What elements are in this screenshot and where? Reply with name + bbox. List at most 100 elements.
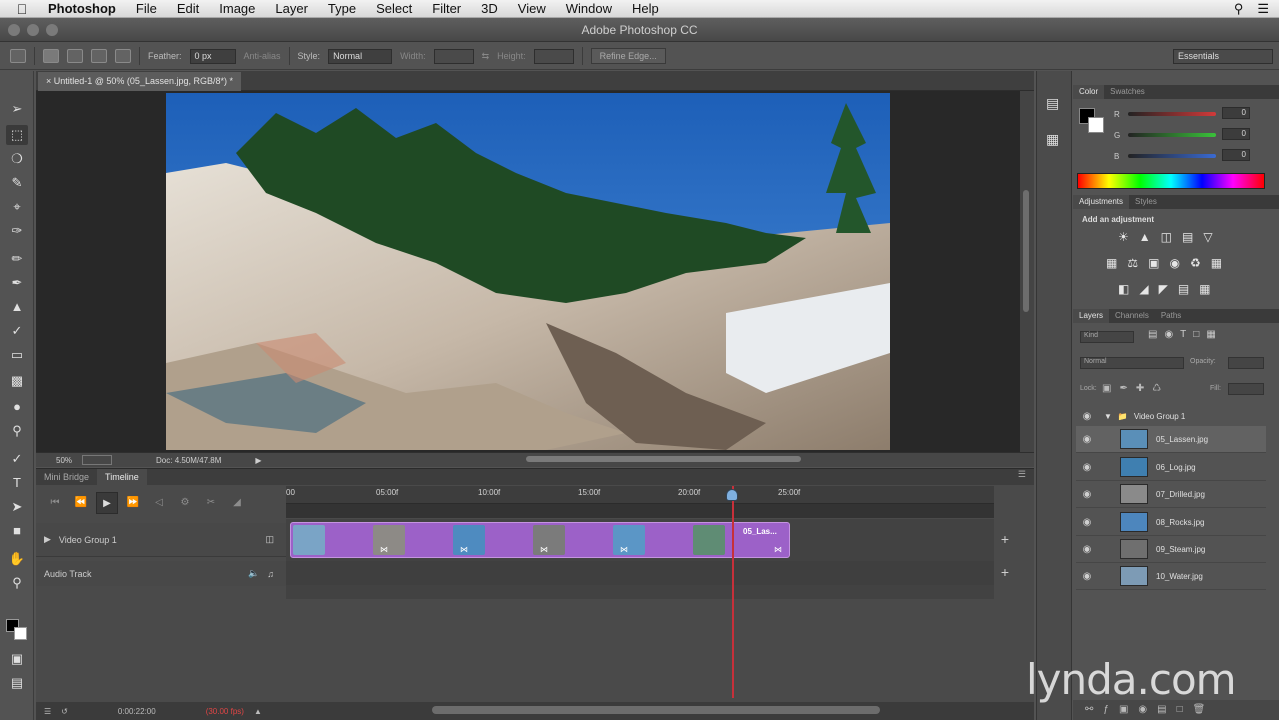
tab-adjustments[interactable]: Adjustments [1073,195,1130,209]
blend-mode-select[interactable]: Normal [1080,357,1184,369]
photo-filter-icon[interactable]: ◉ [1169,256,1179,270]
eyedropper-tool-icon[interactable]: ✑ [6,221,28,241]
gradient-map-icon[interactable]: ▤ [1178,282,1189,296]
kind-filter-select[interactable]: Kind [1080,331,1134,343]
channel-r-value[interactable]: 0 [1222,107,1250,119]
type-tool-icon[interactable]: T [6,473,28,493]
menu-type[interactable]: Type [318,1,366,16]
menu-layer[interactable]: Layer [265,1,318,16]
color-spectrum[interactable] [1077,173,1265,189]
layer-row[interactable]: ◉ 10_Water.jpg [1076,563,1266,590]
tab-styles[interactable]: Styles [1129,195,1163,209]
audio-mute-icon[interactable]: ◁ [148,492,170,514]
gradient-tool-icon[interactable]: ▩ [6,371,28,391]
canvas-horizontal-scroll-thumb[interactable] [526,456,801,462]
menu-image[interactable]: Image [209,1,265,16]
tab-color[interactable]: Color [1073,85,1105,99]
tab-timeline[interactable]: Timeline [97,469,147,485]
time-ruler[interactable]: 00 05:00f 10:00f 15:00f 20:00f 25:00f [286,486,994,504]
color-lookup-icon[interactable]: ▦ [1211,256,1222,270]
add-audio-button[interactable]: + [998,564,1012,580]
menu-help[interactable]: Help [622,1,669,16]
intersect-selection-icon[interactable] [115,49,131,63]
add-selection-icon[interactable] [67,49,83,63]
path-select-tool-icon[interactable]: ➤ [6,497,28,517]
marquee-preset-icon[interactable] [10,49,26,63]
subtract-selection-icon[interactable] [91,49,107,63]
refine-edge-button[interactable]: Refine Edge... [590,48,666,64]
history-brush-tool-icon[interactable]: ✓ [6,321,28,341]
exposure-icon[interactable]: ▤ [1182,230,1193,244]
audio-lane[interactable] [286,561,994,585]
clone-stamp-tool-icon[interactable]: ▲ [6,297,28,317]
healing-brush-tool-icon[interactable]: ✏ [6,249,28,269]
eye-icon[interactable]: ◉ [1076,517,1098,528]
eye-icon[interactable]: ◉ [1076,462,1098,473]
transition-icon[interactable]: ◢ [226,492,248,514]
eye-icon[interactable]: ◉ [1076,544,1098,555]
document-tab[interactable]: × Untitled-1 @ 50% (05_Lassen.jpg, RGB/8… [38,72,241,91]
layer-row[interactable]: ◉ 05_Lassen.jpg [1076,426,1266,453]
work-area-bar[interactable] [286,504,994,518]
shape-tool-icon[interactable]: ■ [6,521,28,541]
menu-file[interactable]: File [126,1,167,16]
menu-view[interactable]: View [508,1,556,16]
playhead-handle[interactable] [726,489,738,501]
posterize-icon[interactable]: ◢ [1139,282,1148,296]
menu-filter[interactable]: Filter [422,1,471,16]
status-arrow-icon[interactable]: ▶ [221,456,261,465]
curves-icon[interactable]: ◫ [1161,230,1172,244]
expand-track-icon[interactable]: ▶ [44,534,51,545]
eye-icon[interactable]: ◉ [1076,434,1098,445]
hue-saturation-icon[interactable]: ▦ [1106,256,1117,270]
fill-input[interactable] [1228,383,1264,395]
levels-icon[interactable]: ▲ [1139,230,1151,244]
color-bg-swatch[interactable] [1088,117,1104,133]
width-input[interactable] [433,48,474,64]
rect-marquee-tool-icon[interactable]: ⬚ [6,125,28,145]
invert-icon[interactable]: ◧ [1118,282,1129,296]
quick-select-tool-icon[interactable]: ✎ [6,173,28,193]
audio-track-header[interactable]: Audio Track 🔈 ♫ [36,561,286,586]
move-tool-icon[interactable]: ➢ [6,99,28,119]
color-balance-icon[interactable]: ⚖ [1127,256,1138,270]
eye-icon[interactable]: ◉ [1076,411,1098,422]
new-selection-icon[interactable] [43,49,59,63]
brush-tool-icon[interactable]: ✒ [6,273,28,293]
style-select[interactable]: Normal [328,48,393,64]
hand-tool-icon[interactable]: ✋ [6,549,28,569]
channel-r-slider[interactable] [1128,112,1216,116]
tab-layers[interactable]: Layers [1073,309,1110,323]
video-clip-strip[interactable]: ⋈ ⋈ ⋈ ⋈ ⋈ 05_Las... [290,522,790,558]
music-note-icon[interactable]: ♫ [267,569,274,579]
next-frame-icon[interactable]: ⏩ [122,492,144,514]
eye-icon[interactable]: ◉ [1076,489,1098,500]
threshold-icon[interactable]: ◤ [1159,282,1168,296]
feather-input[interactable]: 0 px [189,48,236,64]
document-image[interactable] [166,93,890,450]
transition-icon[interactable]: ⋈ [377,545,391,554]
pen-tool-icon[interactable]: ✓ [6,449,28,469]
render-settings-icon[interactable]: ⚙ [174,492,196,514]
transition-icon[interactable]: ⋈ [457,545,471,554]
blur-tool-icon[interactable]: ● [6,397,28,417]
play-button-icon[interactable]: ▶ [96,491,118,514]
menu-edit[interactable]: Edit [167,1,209,16]
zoom-level[interactable]: 50% [36,456,82,465]
height-input[interactable] [533,48,574,64]
minimize-window-button[interactable] [27,24,39,36]
layer-filter-icons[interactable]: ▤◉T□▦ [1148,329,1223,340]
app-menu[interactable]: Photoshop [44,1,126,16]
zoom-tool-icon[interactable]: ⚲ [6,573,28,593]
transition-icon[interactable]: ⋈ [617,545,631,554]
zoom-window-button[interactable] [46,24,58,36]
background-color-swatch[interactable] [14,627,27,640]
menu-select[interactable]: Select [366,1,422,16]
channel-b-slider[interactable] [1128,154,1216,158]
tab-mini-bridge[interactable]: Mini Bridge [36,469,97,485]
screen-mode-icon[interactable]: ▤ [6,673,28,693]
opacity-input[interactable] [1228,357,1264,369]
timeline-menu-icon[interactable]: ☰ [44,707,51,716]
antialias-checkbox[interactable]: Anti-alias [244,51,281,61]
film-strip-icon[interactable]: ◫ [265,534,274,545]
